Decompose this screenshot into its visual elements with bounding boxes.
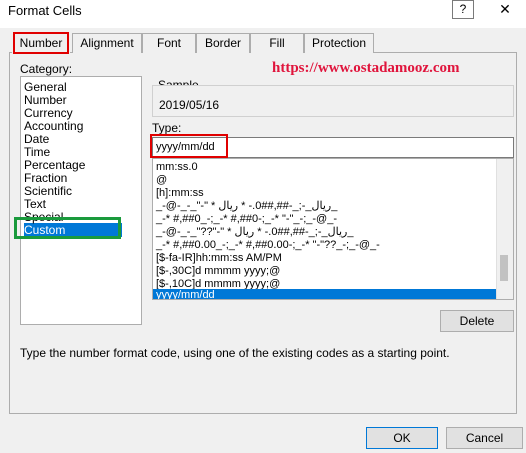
category-list[interactable]: General Number Currency Accounting Date … <box>20 76 142 325</box>
type-label: Type: <box>152 121 182 135</box>
ok-button[interactable]: OK <box>366 427 438 449</box>
format-item[interactable]: [$-,30C]d mmmm yyyy;@ <box>156 265 280 277</box>
tab-font[interactable]: Font <box>142 33 196 53</box>
format-item[interactable]: @ <box>156 174 167 186</box>
watermark-url: https://www.ostadamooz.com <box>272 60 460 76</box>
custom-highlight-box <box>14 217 121 239</box>
sample-value: 2019/05/16 <box>159 98 220 112</box>
format-item[interactable]: mm:ss.0 <box>156 161 198 173</box>
tab-protection[interactable]: Protection <box>304 33 374 53</box>
description-text: Type the number format code, using one o… <box>20 346 450 360</box>
tab-border[interactable]: Border <box>196 33 250 53</box>
tab-number[interactable]: Number <box>12 31 70 54</box>
format-item[interactable]: _-@-_-_"??"-" * ریال_-;_-##,##0.- * ریال… <box>156 226 353 238</box>
format-list[interactable]: mm:ss.0 @ [h]:mm:ss _-@-_-_"-" * ریال_-;… <box>152 158 514 300</box>
format-item[interactable]: _-@-_-_"-" * ریال_-;_-##,##0.- * ریال_ <box>156 200 337 212</box>
tab-alignment[interactable]: Alignment <box>72 33 142 53</box>
format-item[interactable]: [h]:mm:ss <box>156 187 204 199</box>
type-highlight-box <box>150 134 228 158</box>
format-item[interactable]: _-* #,##0_-;_-* #,##0-;_-* "-"_-;_-@_- <box>156 213 337 225</box>
delete-button[interactable]: Delete <box>440 310 514 332</box>
format-item-selected[interactable]: yyyy/mm/dd <box>156 289 215 299</box>
dialog-title: Format Cells <box>8 3 82 18</box>
help-button[interactable]: ? <box>452 0 474 19</box>
format-item[interactable]: _-* #,##0.00_-;_-* #,##0.00-;_-* "-"??_-… <box>156 239 380 251</box>
tab-fill[interactable]: Fill <box>250 33 304 53</box>
category-label: Category: <box>20 62 73 76</box>
close-button[interactable]: ✕ <box>484 0 526 18</box>
format-scroll-thumb[interactable] <box>500 255 508 281</box>
format-item[interactable]: [$-fa-IR]hh:mm:ss AM/PM <box>156 252 282 264</box>
sample-box: 2019/05/16 <box>152 85 514 117</box>
cancel-button[interactable]: Cancel <box>446 427 523 449</box>
